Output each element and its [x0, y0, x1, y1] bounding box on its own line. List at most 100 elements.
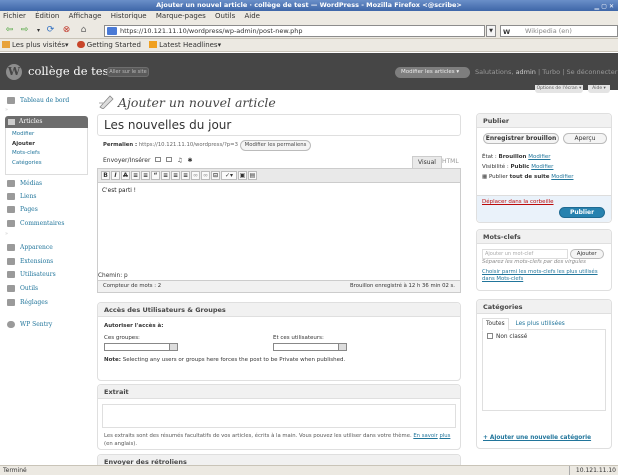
submenu-ajouter[interactable]: Ajouter — [12, 140, 87, 150]
edit-permalink-button[interactable]: Modifier les permaliens — [239, 140, 312, 151]
category-checkbox[interactable] — [487, 333, 493, 339]
users-select[interactable] — [273, 343, 347, 351]
bold-icon[interactable]: B — [101, 171, 110, 180]
edit-status-link[interactable]: Modifier — [528, 154, 550, 160]
menu-marque-pages[interactable]: Marque-pages — [156, 12, 206, 20]
trash-link[interactable]: Déplacer dans la corbeille — [482, 199, 554, 205]
tab-html[interactable]: HTML — [437, 156, 464, 168]
help-tab[interactable]: Aide ▾ — [588, 85, 610, 93]
add-category-link[interactable]: + Ajouter une nouvelle catégorie — [483, 435, 591, 441]
permalink-url[interactable]: https://10.121.11.10/wordpress/?p=3 — [139, 142, 238, 148]
bookmark-most-visited[interactable]: Les plus visités▾ — [2, 39, 69, 52]
user-link[interactable]: admin — [516, 68, 536, 76]
wordpress-logo-icon: W — [6, 64, 22, 80]
menu-edition[interactable]: Édition — [35, 12, 59, 20]
add-video-icon[interactable] — [166, 157, 173, 162]
unlink-icon[interactable]: ∞ — [201, 171, 210, 180]
sidebar-item-medias[interactable]: Médias — [6, 178, 88, 189]
choose-popular-tags-link[interactable]: Choisir parmi les mots-clefs les plus ut… — [482, 269, 598, 282]
visit-site-button[interactable]: Aller sur le site — [107, 67, 149, 77]
menu-historique[interactable]: Historique — [111, 12, 147, 20]
categories-metabox: Catégories Toutes Les plus utilisées Non… — [476, 299, 612, 449]
edit-visibility-link[interactable]: Modifier — [531, 164, 553, 170]
bookmark-getting-started[interactable]: Getting Started — [76, 39, 141, 52]
spellcheck-icon[interactable]: ✓▾ — [221, 171, 237, 180]
publish-metabox-title[interactable]: Publier — [477, 114, 611, 128]
sidebar-separator: » — [5, 231, 9, 237]
learn-more-link-2[interactable]: plus — [439, 433, 450, 439]
sidebar-item-pages[interactable]: Pages — [6, 204, 88, 215]
bullet-list-icon[interactable]: ≡ — [131, 171, 140, 180]
excerpt-textarea[interactable] — [102, 404, 456, 428]
align-right-icon[interactable]: ≡ — [181, 171, 190, 180]
sidebar-item-wp-sentry[interactable]: WP Sentry — [6, 319, 88, 330]
edit-timestamp-link[interactable]: Modifier — [551, 174, 573, 180]
more-tag-icon[interactable]: ⊟ — [211, 171, 220, 180]
sidebar-item-outils[interactable]: Outils — [6, 283, 88, 294]
url-dropdown-icon[interactable]: ▼ — [486, 25, 496, 37]
align-center-icon[interactable]: ≡ — [171, 171, 180, 180]
header-links[interactable]: | Turbo | Se déconnecter — [538, 68, 617, 76]
excerpt-metabox-title[interactable]: Extrait — [98, 385, 460, 399]
search-bar[interactable]: W Wikipedia (en) — [500, 25, 618, 37]
sidebar-item-apparence[interactable]: Apparence — [6, 242, 88, 253]
fullscreen-icon[interactable]: ▣ — [238, 171, 247, 180]
screen-options-tab[interactable]: Options de l'écran ▾ — [535, 85, 583, 93]
menu-fichier[interactable]: Fichier — [3, 12, 26, 20]
page-title: Ajouter un nouvel article — [118, 95, 276, 110]
url-bar[interactable]: https://10.121.11.10/wordpress/wp-admin/… — [104, 25, 485, 37]
submenu-categories[interactable]: Catégories — [12, 159, 87, 169]
link-icon[interactable]: ∞ — [191, 171, 200, 180]
access-metabox-title[interactable]: Accès des Utilisateurs & Groupes — [98, 303, 460, 317]
menu-outils[interactable]: Outils — [215, 12, 235, 20]
forward-icon[interactable]: ⇨ — [18, 24, 31, 37]
strikethrough-icon[interactable]: A — [121, 171, 130, 180]
bookmark-latest-headlines[interactable]: Latest Headlines▾ — [149, 39, 221, 52]
add-tag-button[interactable]: Ajouter — [569, 249, 604, 259]
post-title-input[interactable]: Les nouvelles du jour — [97, 114, 461, 136]
align-left-icon[interactable]: ≡ — [161, 171, 170, 180]
submenu-modifier[interactable]: Modifier — [12, 130, 87, 140]
favorite-actions-button[interactable]: Modifier les articles ▾ — [395, 67, 470, 78]
sidebar-item-utilisateurs[interactable]: Utilisateurs — [6, 269, 88, 280]
menu-aide[interactable]: Aide — [245, 12, 260, 20]
sidebar-item-dashboard[interactable]: Tableau de bord — [6, 95, 88, 106]
learn-more-link[interactable]: En savoir — [413, 433, 437, 439]
home-icon[interactable]: ⌂ — [77, 24, 90, 37]
blockquote-icon[interactable]: “ — [151, 171, 160, 180]
preview-button[interactable]: Aperçu — [563, 133, 607, 144]
kitchen-sink-icon[interactable]: ▤ — [248, 171, 257, 180]
category-list: Non classé — [482, 329, 606, 411]
groups-select[interactable] — [104, 343, 178, 351]
tag-input[interactable]: Ajouter un mot-clef — [482, 249, 568, 259]
tags-metabox: Mots-clefs Ajouter un mot-clef Ajouter S… — [476, 229, 612, 291]
add-media-icon[interactable]: ✱ — [188, 157, 193, 164]
articles-submenu: Modifier Ajouter Mots-clefs Catégories — [5, 128, 88, 175]
reload-icon[interactable]: ⟳ — [44, 24, 57, 37]
tags-metabox-title[interactable]: Mots-clefs — [477, 230, 611, 244]
post-editor[interactable]: B I A ≡ ≡ “≡ ≡ ≡ ∞ ∞ ⊟ ✓▾ ▣ ▤ C'est parti ! — [97, 168, 461, 281]
site-name[interactable]: collège de test — [28, 64, 113, 78]
sidebar-item-reglages[interactable]: Réglages — [6, 297, 88, 308]
back-icon[interactable]: ⇦ — [3, 24, 16, 37]
tab-popular-categories[interactable]: Les plus utilisées — [512, 319, 567, 330]
add-audio-icon[interactable]: ♫ — [177, 157, 182, 164]
publish-button[interactable]: Publier — [559, 207, 605, 218]
add-image-icon[interactable] — [155, 157, 162, 162]
site-identity-icon[interactable] — [107, 27, 117, 35]
sidebar-item-articles[interactable]: Articles — [5, 116, 88, 128]
category-item[interactable]: Non classé — [487, 333, 601, 340]
tab-all-categories[interactable]: Toutes — [482, 318, 509, 331]
sidebar-item-commentaires[interactable]: Commentaires — [6, 218, 88, 229]
submenu-mots-clefs[interactable]: Mots-clefs — [12, 149, 87, 159]
numbered-list-icon[interactable]: ≡ — [141, 171, 150, 180]
sidebar-item-extensions[interactable]: Extensions — [6, 256, 88, 267]
search-engine-icon[interactable]: W — [503, 27, 510, 37]
save-draft-button[interactable]: Enregistrer brouillon — [483, 133, 559, 144]
stop-icon[interactable]: ⊗ — [60, 24, 73, 37]
editor-content[interactable]: C'est parti ! — [98, 183, 460, 199]
italic-icon[interactable]: I — [111, 171, 120, 180]
categories-metabox-title[interactable]: Catégories — [477, 300, 611, 314]
sidebar-item-liens[interactable]: Liens — [6, 191, 88, 202]
menu-affichage[interactable]: Affichage — [69, 12, 102, 20]
